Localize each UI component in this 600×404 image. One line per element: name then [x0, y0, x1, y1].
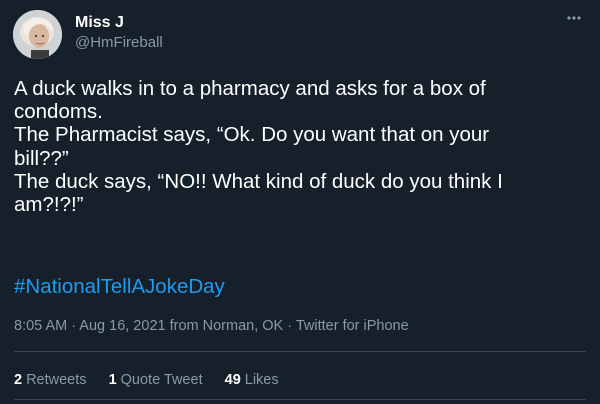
retweets-stat[interactable]: 2 Retweets [14, 370, 87, 390]
more-options-icon[interactable] [562, 8, 586, 28]
more-horizontal-icon [567, 16, 581, 20]
divider [14, 399, 586, 400]
likes-count: 49 [224, 372, 241, 388]
author-handle[interactable]: @HmFireball [75, 33, 163, 53]
likes-label: Likes [244, 372, 279, 388]
tweet-location[interactable]: from Norman, OK [170, 318, 284, 334]
tweet-date[interactable]: Aug 16, 2021 [79, 318, 165, 334]
tweet: Miss J @HmFireball A duck walks in to a … [0, 0, 600, 404]
hashtag-link[interactable]: #NationalTellAJokeDay [14, 275, 225, 299]
tweet-time[interactable]: 8:05 AM [14, 318, 67, 334]
meta-separator: · [283, 318, 296, 334]
quotes-count: 1 [108, 372, 117, 388]
divider [14, 351, 586, 352]
likes-stat[interactable]: 49 Likes [225, 370, 279, 390]
tweet-meta: 8:05 AM · Aug 16, 2021 from Norman, OK ·… [14, 316, 409, 336]
avatar-image [13, 10, 62, 59]
tweet-text: A duck walks in to a pharmacy and asks f… [14, 77, 503, 217]
author-name[interactable]: Miss J [75, 13, 124, 33]
retweets-label: Retweets [26, 372, 87, 388]
quotes-label: Quote Tweet [120, 372, 203, 388]
meta-separator: · [67, 318, 80, 334]
tweet-stats: 2 Retweets 1 Quote Tweet 49 Likes [14, 370, 297, 390]
retweets-count: 2 [14, 372, 23, 388]
tweet-source[interactable]: Twitter for iPhone [296, 318, 409, 334]
quote-tweets-stat[interactable]: 1 Quote Tweet [109, 370, 203, 390]
avatar[interactable] [13, 10, 62, 59]
